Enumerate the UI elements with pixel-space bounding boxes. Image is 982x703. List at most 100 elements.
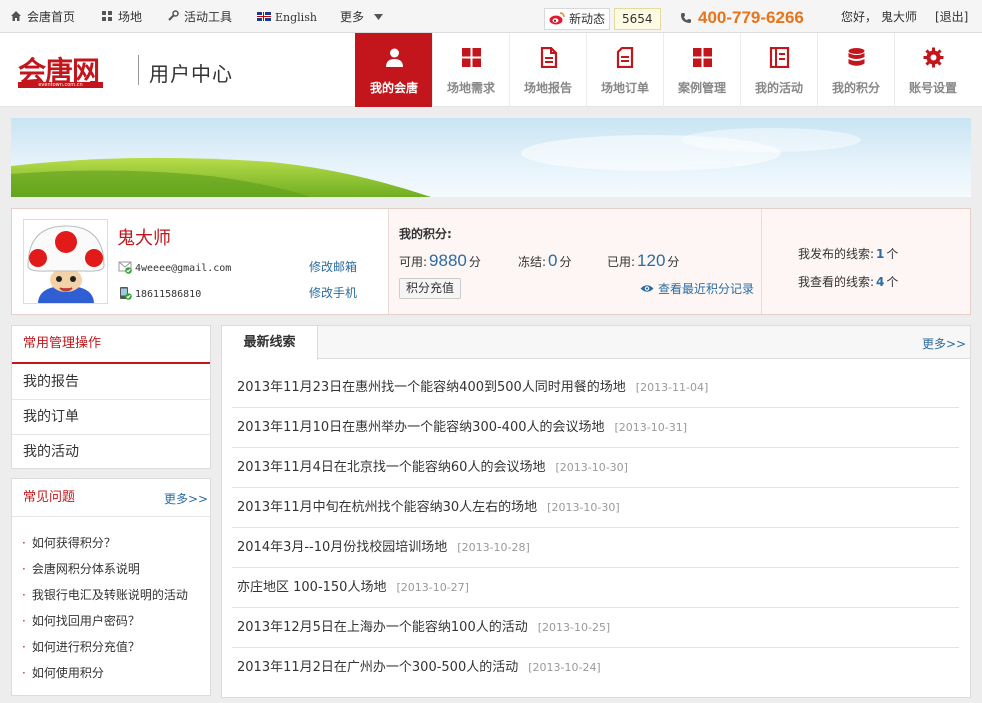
toad-avatar-image <box>27 225 105 303</box>
lead-date: [2013-10-30] <box>555 461 628 474</box>
logo-divider <box>138 55 139 85</box>
frozen-label: 冻结: <box>518 255 547 269</box>
faq-item[interactable]: · 如何进行积分充值？ <box>22 638 140 655</box>
faq-item[interactable]: · 我银行电汇及转账说明的活动 <box>22 586 188 603</box>
site-logo[interactable]: 会唐网 eventown.com.cn <box>18 53 133 89</box>
faq-item[interactable]: · 如何使用积分 <box>22 664 104 681</box>
faq-header: 常见问题 更多>> <box>12 479 210 517</box>
lead-item[interactable]: 亦庄地区 100-150人场地 [2013-10-27] <box>232 568 959 608</box>
lead-date: [2013-10-24] <box>528 661 601 674</box>
lead-item[interactable]: 2013年11月23日在惠州找一个能容纳400到500人同时用餐的场地 [2013… <box>232 368 959 408</box>
lead-item[interactable]: 2013年11月4日在北京找一个能容纳60人的会议场地 [2013-10-30] <box>232 448 959 488</box>
bullet: · <box>22 666 26 680</box>
menu-item-my-reports[interactable]: 我的报告 <box>12 365 210 400</box>
caret-down-icon <box>373 14 383 20</box>
nav-label: 我的活动 <box>754 81 803 95</box>
more-dropdown-label: 更多 <box>340 10 365 24</box>
view-points-records-link[interactable]: 查看最近积分记录 <box>640 280 754 297</box>
lead-title: 亦庄地区 100-150人场地 <box>237 580 387 595</box>
nav-item-my-activities[interactable]: 我的活动 <box>740 33 817 107</box>
menu-item-my-activities[interactable]: 我的活动 <box>12 435 210 470</box>
lead-date: [2013-10-30] <box>547 501 620 514</box>
lead-item[interactable]: 2014年3月--10月份找校园培训场地 [2013-10-28] <box>232 528 959 568</box>
faq-more-link[interactable]: 更多>> <box>164 490 208 507</box>
profile-panel: 鬼大师 4weeee@gmail.com 18611586810 修改邮箱 修改… <box>11 208 971 315</box>
lead-date: [2013-10-27] <box>396 581 469 594</box>
faq-item[interactable]: · 会唐网积分体系说明 <box>22 560 140 577</box>
nav-item-case-management[interactable]: 案例管理 <box>663 33 740 107</box>
nav-item-my-eventown[interactable]: 我的会唐 <box>355 33 432 107</box>
points-unit: 分 <box>667 255 680 269</box>
home-link[interactable]: 会唐首页 <box>10 0 75 33</box>
site-header: 会唐网 eventown.com.cn 用户中心 我的会唐 场地需求 场地报告 … <box>0 33 982 107</box>
phone-icon <box>681 13 691 23</box>
nav-label: 案例管理 <box>677 81 726 95</box>
lead-title: 2013年11月23日在惠州找一个能容纳400到500人同时用餐的场地 <box>237 380 626 395</box>
logout-link[interactable]: [退出] <box>935 0 968 33</box>
lead-item[interactable]: 2013年11月中旬在杭州找个能容纳30人左右的场地 [2013-10-30] <box>232 488 959 528</box>
view-records-label: 查看最近积分记录 <box>658 282 755 296</box>
lead-date: [2013-10-25] <box>537 621 611 634</box>
phone-row: 18611586810 <box>118 286 201 300</box>
greeting-text: 您好， <box>841 10 878 24</box>
lead-title: 2014年3月--10月份找校园培训场地 <box>237 540 448 555</box>
nav-item-my-points[interactable]: 我的积分 <box>817 33 894 107</box>
lead-date: [2013-10-31] <box>614 421 688 434</box>
edit-email-link[interactable]: 修改邮箱 <box>309 258 357 275</box>
edit-phone-link[interactable]: 修改手机 <box>309 284 357 301</box>
faq-item[interactable]: · 如何获得积分？ <box>22 534 116 551</box>
english-link[interactable]: English <box>257 0 317 33</box>
tab-latest-leads[interactable]: 最新线索 <box>222 326 318 360</box>
leads-tab-bar: 最新线索 更多>> <box>222 326 970 360</box>
used-value: 120 <box>637 251 666 270</box>
username-link[interactable]: 鬼大师 <box>881 10 917 24</box>
weibo-icon <box>549 12 565 25</box>
email-verified-icon <box>118 261 132 274</box>
news-count-badge: 5654 <box>614 8 661 30</box>
profile-username: 鬼大师 <box>117 228 171 249</box>
faq-item-label: 我银行电汇及转账说明的活动 <box>31 588 188 602</box>
database-icon <box>848 48 865 66</box>
news-label: 新动态 <box>569 12 606 26</box>
grid-icon <box>102 11 112 21</box>
venues-link[interactable]: 场地 <box>101 0 142 33</box>
tools-link[interactable]: 活动工具 <box>167 0 232 33</box>
grass-landscape-image <box>11 128 861 197</box>
menu-item-my-orders[interactable]: 我的订单 <box>12 400 210 435</box>
report-icon <box>540 47 558 68</box>
nav-item-venue-requests[interactable]: 场地需求 <box>432 33 509 107</box>
clues-summary: 我发布的线索: 1 个 我查看的线索: 4 个 <box>761 209 970 314</box>
faq-title: 常见问题 <box>23 490 76 505</box>
weibo-news-button[interactable]: 新动态 <box>544 8 611 30</box>
banner-image <box>11 118 971 197</box>
nav-item-account-settings[interactable]: 账号设置 <box>894 33 971 107</box>
lead-title: 2013年11月10日在惠州举办一个能容纳300-400人的会议场地 <box>237 420 605 435</box>
profile-info: 鬼大师 4weeee@gmail.com 18611586810 修改邮箱 修改… <box>12 209 388 314</box>
more-dropdown[interactable]: 更多 <box>340 0 383 33</box>
nav-label: 账号设置 <box>908 81 957 95</box>
points-title: 我的积分: <box>399 227 452 241</box>
lead-item[interactable]: 2013年12月5日在上海办一个能容纳100人的活动 [2013-10-25] <box>232 608 959 648</box>
latest-leads-panel: 最新线索 更多>> 2013年11月23日在惠州找一个能容纳400到500人同时… <box>221 325 971 698</box>
leads-more-link[interactable]: 更多>> <box>922 335 966 352</box>
viewed-clues-count[interactable]: 4 <box>876 275 884 289</box>
posted-clues-count[interactable]: 1 <box>876 247 884 261</box>
tools-link-label: 活动工具 <box>184 10 233 24</box>
faq-item[interactable]: · 如何找回用户密码？ <box>22 612 140 629</box>
common-ops-title: 常用管理操作 <box>12 326 210 364</box>
grid-icon <box>693 48 712 67</box>
recharge-points-button[interactable]: 积分充值 <box>399 278 462 299</box>
points-unit: 分 <box>559 255 572 269</box>
nav-item-venue-orders[interactable]: 场地订单 <box>586 33 663 107</box>
frozen-value: 0 <box>548 251 558 270</box>
nav-label: 我的积分 <box>831 81 880 95</box>
avatar[interactable] <box>23 219 108 304</box>
nav-item-venue-reports[interactable]: 场地报告 <box>509 33 586 107</box>
nav-label: 我的会唐 <box>369 81 418 95</box>
grid-icon <box>462 48 481 67</box>
email-value: 4weeee@gmail.com <box>135 263 232 274</box>
lead-item[interactable]: 2013年11月10日在惠州举办一个能容纳300-400人的会议场地 [2013-… <box>232 408 959 448</box>
wrench-icon <box>168 10 179 21</box>
lead-item[interactable]: 2013年11月2日在广州办一个300-500人的活动 [2013-10-24] <box>232 648 959 688</box>
order-icon <box>616 47 634 68</box>
